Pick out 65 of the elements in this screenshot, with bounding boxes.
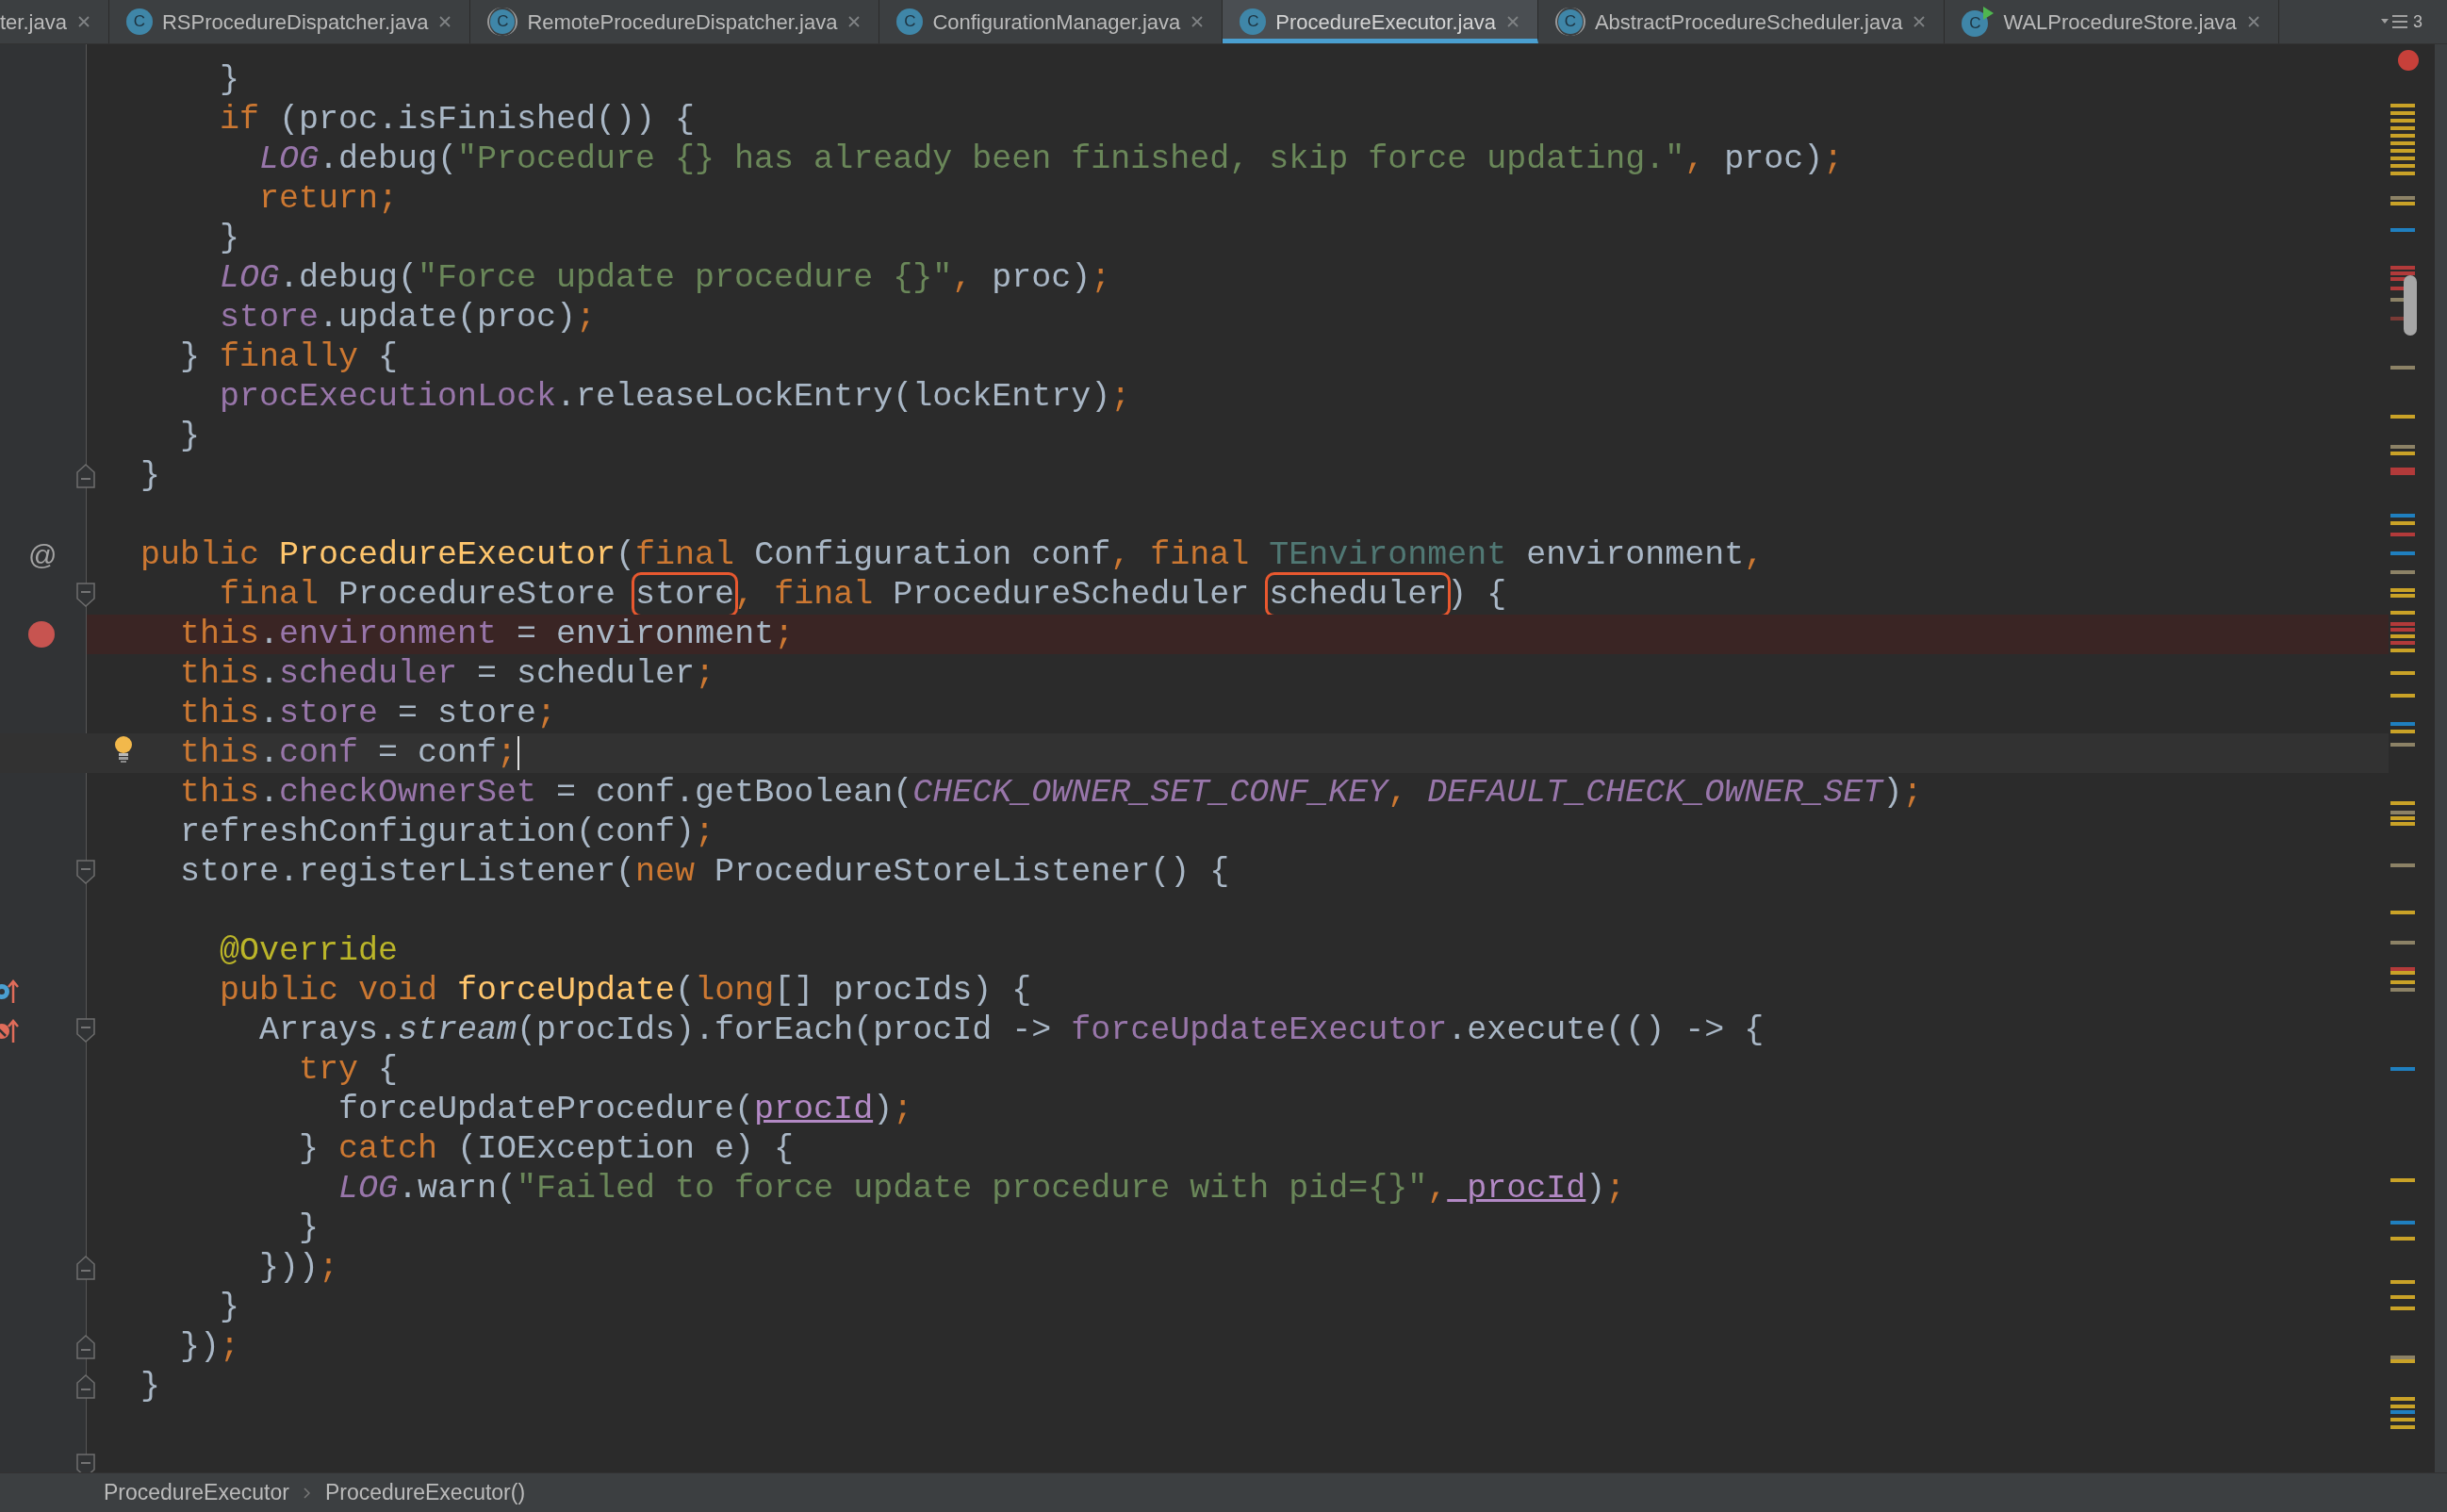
tab-overflow-button[interactable]: 3 bbox=[2372, 0, 2447, 43]
close-icon bbox=[437, 14, 453, 29]
code-text: final ProcedureStore bbox=[219, 576, 617, 614]
fold-icon bbox=[76, 860, 95, 884]
close-icon bbox=[1912, 14, 1928, 29]
code-text: } bbox=[179, 418, 200, 455]
chevron-icon bbox=[302, 1486, 312, 1500]
code-text: public ProcedureExecutor(final Configuration conf, final TEnvironment environment, bbox=[140, 536, 1765, 574]
close-icon bbox=[75, 14, 91, 29]
tab-list-icon bbox=[2381, 13, 2409, 30]
close-icon bbox=[846, 14, 862, 29]
class-icon: C bbox=[896, 8, 924, 35]
abstract-class-icon: C bbox=[1554, 8, 1585, 36]
fold-icon bbox=[76, 583, 95, 607]
gutter-symbol: @ bbox=[28, 538, 57, 572]
code-text: } bbox=[140, 1368, 160, 1405]
code-text: public void forceUpdate(long[] procIds) { bbox=[219, 972, 1032, 1010]
close-icon bbox=[1504, 14, 1520, 29]
code-text: try { bbox=[298, 1051, 399, 1089]
code-text: } bbox=[219, 61, 240, 99]
code-text: @Override bbox=[219, 932, 399, 970]
breadcrumb-item[interactable]: ProcedureExecutor() bbox=[324, 1476, 526, 1509]
code-text: })); bbox=[258, 1249, 339, 1287]
code-text: } catch (IOException e) { bbox=[298, 1130, 795, 1168]
code-text: return; bbox=[258, 180, 399, 218]
code-text: } bbox=[219, 220, 240, 257]
breadcrumb-item[interactable]: ProcedureExecutor bbox=[104, 1476, 289, 1509]
code-text: this.scheduler = scheduler; bbox=[179, 655, 715, 693]
code-text: LOG.debug("Procedure {} has already been finished, skip force updating.", proc); bbox=[258, 140, 1844, 178]
code-text: LOG.warn("Failed to force update procedure with pid={}", procId); bbox=[337, 1170, 1626, 1208]
code-text: this.environment = environment; bbox=[179, 616, 795, 653]
code-text: this.store = store; bbox=[179, 695, 557, 732]
code-text: this.conf = conf; bbox=[179, 734, 517, 772]
code-text: store.update(proc); bbox=[219, 299, 597, 337]
code-text: }); bbox=[179, 1328, 240, 1366]
fold-icon bbox=[76, 1018, 95, 1043]
code-text: LOG.debug("Force update procedure {}", proc); bbox=[219, 259, 1111, 297]
code-text: , final ProcedureScheduler bbox=[734, 576, 1251, 614]
code-text: ) { bbox=[1447, 576, 1507, 614]
code-text: Arrays.stream(procIds).forEach(procId -> forceUpdateExecutor.execute(() -> { bbox=[258, 1011, 1765, 1049]
fold-icon bbox=[76, 1374, 95, 1399]
code-text: store.registerListener(new ProcedureStoreListener() { bbox=[179, 853, 1230, 891]
fold-icon bbox=[76, 1335, 95, 1359]
code-text: } bbox=[219, 1289, 240, 1326]
code-text: } finally { bbox=[179, 338, 399, 376]
text-caret bbox=[517, 735, 520, 770]
editor-tab[interactable]: ter.java bbox=[0, 0, 109, 43]
error-indicator-icon bbox=[2398, 50, 2419, 71]
close-icon bbox=[2245, 14, 2261, 29]
class-icon: C bbox=[1240, 8, 1267, 35]
code-text: procExecutionLock.releaseLockEntry(lockEntry); bbox=[219, 378, 1131, 416]
editor-tab[interactable]: C ProcedureExecutor.java bbox=[1223, 0, 1538, 43]
code-text: } bbox=[298, 1209, 320, 1247]
code-text: this.checkOwnerSet = conf.getBoolean(CHECK_OWNER_SET_CONF_KEY, DEFAULT_CHECK_OWNER_SET); bbox=[179, 774, 1923, 812]
abstract-class-icon: C bbox=[487, 8, 518, 36]
code-text: refreshConfiguration(conf); bbox=[179, 814, 715, 851]
code-text: forceUpdateProcedure(procId); bbox=[337, 1091, 913, 1128]
fold-icon bbox=[76, 1256, 95, 1280]
class-icon: C bbox=[125, 8, 153, 35]
close-icon bbox=[1190, 14, 1206, 29]
lightbulb-icon bbox=[113, 735, 134, 764]
fold-icon bbox=[76, 464, 95, 488]
code-text: } bbox=[140, 457, 160, 495]
scrollbar-thumb[interactable] bbox=[2404, 275, 2417, 336]
code-text: if (proc.isFinished()) { bbox=[219, 101, 696, 139]
